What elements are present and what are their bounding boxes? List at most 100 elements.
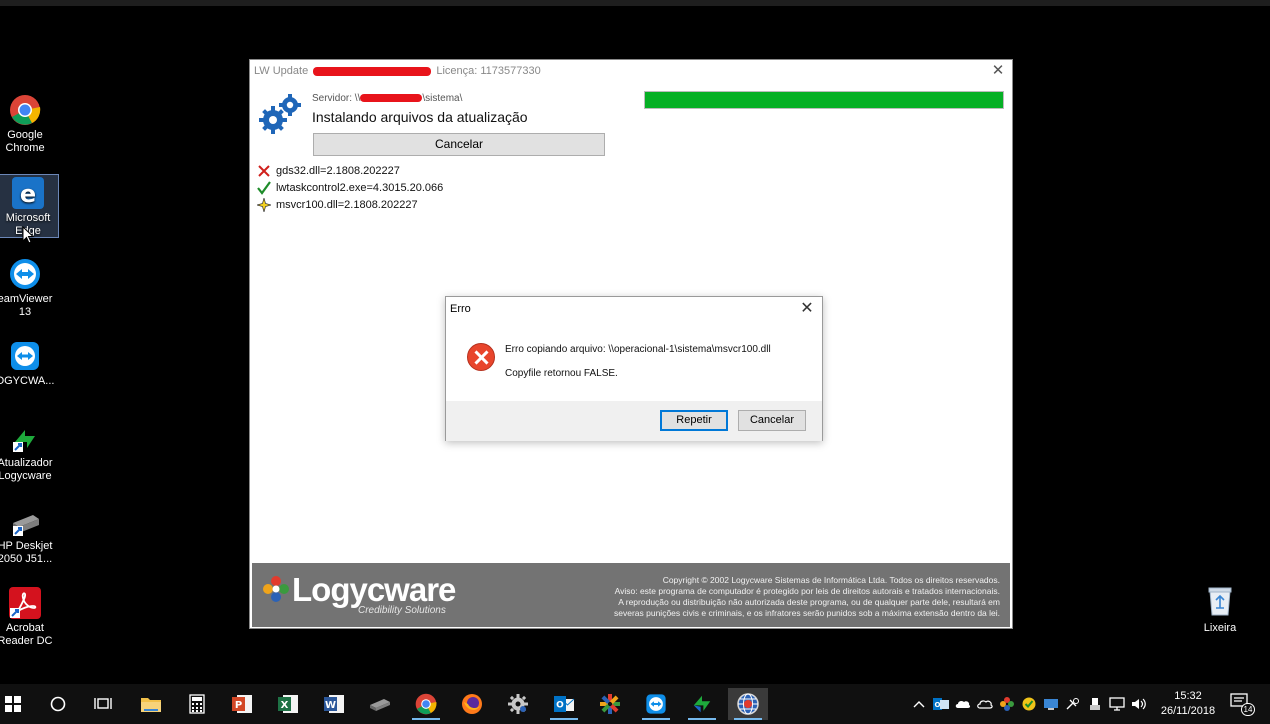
teamviewer-icon bbox=[646, 694, 666, 714]
taskbar-file-explorer[interactable] bbox=[131, 688, 171, 720]
start-button[interactable] bbox=[0, 688, 33, 720]
printer-icon bbox=[370, 699, 390, 711]
cortana-button[interactable] bbox=[38, 688, 78, 720]
tray-satellite[interactable] bbox=[1062, 684, 1084, 724]
dialog-button-bar: Repetir Cancelar bbox=[446, 401, 822, 441]
taskbar-printer[interactable] bbox=[360, 688, 400, 720]
server-suffix: \sistema\ bbox=[422, 93, 463, 104]
desktop-icon-label: OGYCWA... bbox=[0, 375, 55, 387]
desktop-icon-recycle-bin[interactable]: Lixeira bbox=[1196, 586, 1244, 634]
desktop-icon-label: Google Chrome bbox=[5, 129, 45, 154]
redacted-server bbox=[360, 94, 423, 103]
usb-icon bbox=[1090, 698, 1100, 710]
tray-network-app[interactable] bbox=[1040, 684, 1062, 724]
taskbar-settings-app[interactable] bbox=[498, 688, 538, 720]
progress-fill bbox=[645, 92, 1003, 108]
desktop-icon-chrome[interactable]: Google Chrome bbox=[0, 94, 56, 155]
check-icon bbox=[256, 180, 272, 197]
folder-icon bbox=[141, 698, 161, 712]
file-name: gds32.dll=2.1808.202227 bbox=[276, 165, 400, 177]
updater-icon bbox=[9, 422, 41, 454]
progress-bar bbox=[644, 91, 1004, 109]
taskbar-lw-update[interactable] bbox=[728, 688, 768, 720]
tray-security[interactable] bbox=[1018, 684, 1040, 724]
shield-check-icon bbox=[1022, 697, 1036, 711]
clock-time: 15:32 bbox=[1174, 690, 1202, 702]
cancel-update-button[interactable]: Cancelar bbox=[313, 133, 605, 156]
dialog-close-button[interactable]: ✕ bbox=[798, 300, 816, 318]
error-detail: Copyfile retornou FALSE. bbox=[505, 368, 618, 379]
window-close-button[interactable]: ✕ bbox=[990, 63, 1006, 79]
copyright-line: A reprodução ou distribuição não autoriz… bbox=[618, 597, 1000, 607]
desktop-icon-logycwa[interactable]: OGYCWA... bbox=[0, 340, 56, 388]
taskbar-clock[interactable]: 15:32 26/11/2018 bbox=[1150, 689, 1226, 719]
taskbar: P X W O O 15:32 26/11/2018 14 bbox=[0, 684, 1270, 724]
excel-icon: X bbox=[278, 695, 298, 713]
file-list: gds32.dll=2.1808.202227 lwtaskcontrol2.e… bbox=[255, 163, 443, 214]
tray-onedrive-2[interactable] bbox=[974, 684, 996, 724]
cloud-icon bbox=[955, 700, 971, 708]
list-item: msvcr100.dll=2.1808.202227 bbox=[255, 196, 443, 214]
taskbar-word[interactable]: W bbox=[314, 688, 354, 720]
svg-text:O: O bbox=[556, 701, 564, 711]
taskbar-firefox[interactable] bbox=[452, 688, 492, 720]
retry-button[interactable]: Repetir bbox=[660, 410, 728, 431]
window-title: LW Update Licença: 1173577330 bbox=[250, 60, 1012, 84]
updater-icon bbox=[693, 695, 711, 713]
teamviewer-icon bbox=[9, 258, 41, 290]
acrobat-icon bbox=[9, 587, 41, 619]
svg-text:e: e bbox=[20, 180, 36, 208]
taskbar-pinwheel-app[interactable] bbox=[590, 688, 630, 720]
desktop-icon-hp-deskjet[interactable]: HP Deskjet 2050 J51... bbox=[0, 505, 56, 566]
taskbar-powerpoint[interactable]: P bbox=[222, 688, 262, 720]
tray-overflow-button[interactable] bbox=[908, 684, 930, 724]
tray-network[interactable] bbox=[1106, 684, 1128, 724]
network-icon bbox=[1044, 699, 1058, 710]
logycware-logo-text: Logycware bbox=[292, 571, 456, 608]
tray-outlook[interactable]: O bbox=[930, 684, 952, 724]
taskbar-calculator[interactable] bbox=[177, 688, 217, 720]
svg-text:P: P bbox=[235, 700, 242, 711]
globe-icon bbox=[737, 693, 759, 715]
tray-volume[interactable] bbox=[1128, 684, 1150, 724]
status-heading: Instalando arquivos da atualização bbox=[312, 109, 528, 125]
satellite-icon bbox=[1066, 698, 1079, 710]
desktop-icon-acrobat[interactable]: Acrobat Reader DC bbox=[0, 587, 56, 648]
action-center-button[interactable]: 14 bbox=[1230, 692, 1256, 716]
svg-text:W: W bbox=[325, 700, 336, 711]
tray-usb[interactable] bbox=[1084, 684, 1106, 724]
desktop-icon-atualizador[interactable]: Atualizador Logycware bbox=[0, 422, 56, 483]
taskbar-excel[interactable]: X bbox=[268, 688, 308, 720]
red-x-icon bbox=[256, 164, 272, 180]
desktop: Google Chrome e Microsoft Edge eamViewer… bbox=[0, 0, 1270, 724]
error-dialog: Erro ✕ Erro copiando arquivo: \\operacio… bbox=[445, 296, 823, 441]
star-icon bbox=[255, 196, 273, 214]
server-path: Servidor: \\ \sistema\ bbox=[312, 93, 462, 104]
pinwheel-icon bbox=[1000, 697, 1014, 711]
desktop-icon-label: HP Deskjet 2050 J51... bbox=[0, 540, 53, 565]
desktop-icon-label: Atualizador Logycware bbox=[0, 457, 53, 482]
logycware-tagline: Credibility Solutions bbox=[358, 605, 446, 616]
tray-onedrive[interactable] bbox=[952, 684, 974, 724]
recycle-bin-icon bbox=[1207, 586, 1233, 616]
taskbar-outlook[interactable]: O bbox=[544, 688, 584, 720]
footer-banner: Logycware Credibility Solutions Copyrigh… bbox=[252, 563, 1010, 627]
tray-app-colorful[interactable] bbox=[996, 684, 1018, 724]
windows-icon bbox=[5, 696, 21, 712]
task-view-icon bbox=[94, 698, 112, 709]
outlook-icon: O bbox=[933, 698, 949, 710]
desktop-icon-teamviewer[interactable]: eamViewer 13 bbox=[0, 258, 56, 319]
error-icon bbox=[467, 343, 495, 371]
top-strip bbox=[0, 0, 1270, 6]
task-view-button[interactable] bbox=[83, 688, 123, 720]
speaker-icon bbox=[1132, 698, 1146, 710]
pinwheel-icon bbox=[600, 694, 620, 714]
copyright-line: severas punições civis e criminais, e os… bbox=[614, 608, 1000, 618]
taskbar-teamviewer[interactable] bbox=[636, 688, 676, 720]
svg-text:O: O bbox=[935, 701, 941, 709]
gear-icon bbox=[508, 694, 528, 714]
desktop-icon-label: Lixeira bbox=[1203, 622, 1237, 634]
taskbar-updater[interactable] bbox=[682, 688, 722, 720]
taskbar-chrome[interactable] bbox=[406, 688, 446, 720]
dialog-cancel-button[interactable]: Cancelar bbox=[738, 410, 806, 431]
